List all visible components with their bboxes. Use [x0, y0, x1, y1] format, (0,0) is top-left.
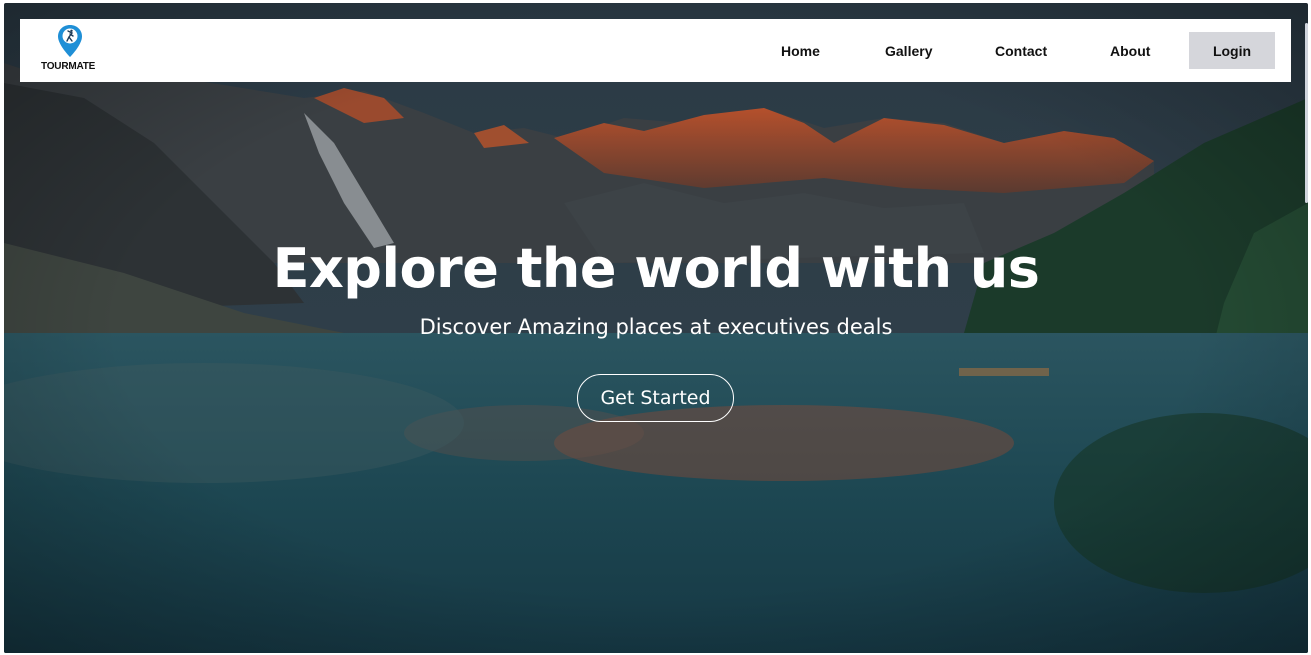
hero-section: Explore the world with us Discover Amazi… — [4, 3, 1308, 653]
get-started-button[interactable]: Get Started — [577, 374, 734, 422]
hero-subtitle: Discover Amazing places at executives de… — [419, 315, 893, 339]
browser-viewport: TOURMATE Home Gallery Contact About Logi… — [4, 3, 1308, 653]
hero-title: Explore the world with us — [272, 237, 1040, 300]
